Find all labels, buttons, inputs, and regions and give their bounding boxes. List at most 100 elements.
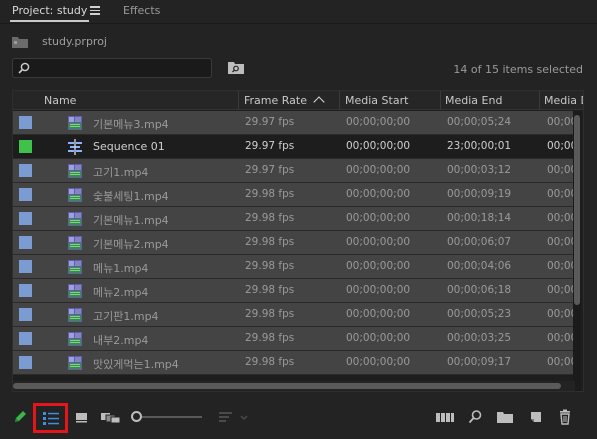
table-header: Name Frame Rate Media Start Media End Me… xyxy=(13,91,583,110)
frame-rate-cell: 29.98 fps xyxy=(245,356,295,368)
media-end-cell: 00;00;03;25 xyxy=(447,332,512,344)
media-start-cell: 00;00;00;00 xyxy=(346,332,411,344)
selection-status: 14 of 15 items selected xyxy=(453,63,583,76)
media-end-cell: 00;00;09;19 xyxy=(447,188,512,200)
new-item-icon[interactable] xyxy=(528,409,544,425)
table-row[interactable]: 기본메뉴2.mp4 29.98 fps 00;00;00;00 00;00;06;07… xyxy=(13,231,577,255)
zoom-slider[interactable] xyxy=(131,411,202,422)
table-row[interactable]: 고기판1.mp4 29.98 fps 00;00;00;00 00;00;05;23 0… xyxy=(13,303,577,327)
media-end-cell: 00;00;18;14 xyxy=(447,212,512,224)
vertical-scroll-thumb[interactable] xyxy=(574,115,580,305)
label-color-chip[interactable] xyxy=(19,212,32,225)
column-divider[interactable] xyxy=(238,91,239,110)
clear-icon[interactable] xyxy=(557,409,573,425)
search-icon xyxy=(18,62,30,74)
tab-effects[interactable]: Effects xyxy=(123,4,160,17)
table-row[interactable]: 메뉴2.mp4 29.98 fps 00;00;00;00 00;00;06;18 00… xyxy=(13,279,577,303)
table-row[interactable]: 메뉴1.mp4 29.98 fps 00;00;00;00 00;00;04;06 00… xyxy=(13,255,577,279)
label-color-chip[interactable] xyxy=(19,284,32,297)
media-end-cell: 00;00;06;07 xyxy=(447,236,512,248)
video-clip-icon xyxy=(67,187,83,203)
media-end-cell: 23;00;00;01 xyxy=(447,140,512,152)
table-row[interactable]: 기본메뉴3.mp4 29.97 fps 00;00;00;00 00;00;05;24… xyxy=(13,111,577,135)
tab-project[interactable]: Project: study xyxy=(10,4,90,22)
table-row[interactable]: 고기1.mp4 29.97 fps 00;00;00;00 00;00;03;12 00… xyxy=(13,159,577,183)
media-end-cell: 00;00;05;24 xyxy=(447,116,512,128)
label-color-chip[interactable] xyxy=(19,356,32,369)
item-name-cell: 내부2.mp4 xyxy=(93,334,149,347)
panel-tab-bar: Project: study Effects xyxy=(0,0,597,24)
label-color-chip[interactable] xyxy=(19,308,32,321)
frame-rate-cell: 29.97 fps xyxy=(245,164,295,176)
column-header-frame-rate[interactable]: Frame Rate xyxy=(244,94,325,108)
item-name-cell: 고기판1.mp4 xyxy=(93,310,159,323)
search-input[interactable] xyxy=(35,61,205,75)
column-header-media-end[interactable]: Media End xyxy=(445,94,502,107)
item-name-cell: 고기1.mp4 xyxy=(93,166,149,179)
media-start-cell: 00;00;00;00 xyxy=(346,308,411,320)
frame-rate-cell: 29.98 fps xyxy=(245,188,295,200)
video-clip-icon xyxy=(67,355,83,371)
media-end-cell: 00;00;04;06 xyxy=(447,260,512,272)
horizontal-scroll-thumb[interactable] xyxy=(13,383,561,389)
create-search-bin-icon[interactable] xyxy=(228,61,244,75)
item-name-cell: 숯불세팅1.mp4 xyxy=(93,190,169,203)
column-divider[interactable] xyxy=(339,91,340,110)
vertical-scrollbar[interactable] xyxy=(573,111,581,391)
media-end-cell: 00;00;03;12 xyxy=(447,164,512,176)
sort-icons-icon[interactable] xyxy=(218,409,250,425)
zoom-slider-knob[interactable] xyxy=(131,411,142,422)
video-clip-icon xyxy=(67,163,83,179)
label-color-chip[interactable] xyxy=(19,260,32,273)
item-name-cell: 기본메뉴2.mp4 xyxy=(93,238,169,251)
label-color-chip[interactable] xyxy=(19,140,32,153)
video-clip-icon xyxy=(67,235,83,251)
tab-effects-label: Effects xyxy=(123,4,161,17)
panel-menu-icon[interactable] xyxy=(90,6,100,15)
table-rows: 기본메뉴3.mp4 29.97 fps 00;00;00;00 00;00;05;24… xyxy=(13,111,577,375)
label-color-chip[interactable] xyxy=(19,188,32,201)
table-row[interactable]: 맛있게먹는1.mp4 29.98 fps 00;00;00;00 00;00;09;1… xyxy=(13,351,577,375)
sort-ascending-icon xyxy=(313,96,325,108)
item-name-cell: 기본메뉴1.mp4 xyxy=(93,214,169,227)
column-header-media-duration[interactable]: Media D xyxy=(544,94,583,107)
media-end-cell: 00;00;06;18 xyxy=(447,284,512,296)
item-name-cell: 메뉴2.mp4 xyxy=(93,286,149,299)
column-header-media-start[interactable]: Media Start xyxy=(345,94,408,107)
label-color-chip[interactable] xyxy=(19,332,32,345)
column-header-name[interactable]: Name xyxy=(44,94,76,107)
frame-rate-cell: 29.97 fps xyxy=(245,140,295,152)
label-color-chip[interactable] xyxy=(19,116,32,129)
horizontal-scrollbar[interactable] xyxy=(13,381,575,391)
table-row[interactable]: 숯불세팅1.mp4 29.98 fps 00;00;00;00 00;00;09;19… xyxy=(13,183,577,207)
media-start-cell: 00;00;00;00 xyxy=(346,356,411,368)
freeform-view-icon[interactable] xyxy=(101,409,121,425)
list-view-button[interactable] xyxy=(33,403,68,433)
table-row[interactable]: Sequence 01 29.97 fps 00;00;00;00 23;00;00;… xyxy=(13,135,577,159)
media-end-cell: 00;00;09;17 xyxy=(447,356,512,368)
project-toolbar xyxy=(0,398,597,439)
item-name-cell: 메뉴1.mp4 xyxy=(93,262,149,275)
new-bin-icon[interactable] xyxy=(496,409,514,425)
table-row[interactable]: 기본메뉴1.mp4 29.98 fps 00;00;00;00 00;00;18;14… xyxy=(13,207,577,231)
icon-view-icon[interactable] xyxy=(74,409,90,425)
active-tab-underline xyxy=(10,20,90,22)
media-start-cell: 00;00;00;00 xyxy=(346,164,411,176)
find-icon[interactable] xyxy=(467,409,483,425)
pencil-icon[interactable] xyxy=(12,409,28,425)
automate-to-sequence-icon[interactable] xyxy=(436,409,454,425)
table-row[interactable]: 내부2.mp4 29.98 fps 00;00;00;00 00;00;03;25 00… xyxy=(13,327,577,351)
item-name-cell: 기본메뉴3.mp4 xyxy=(93,118,169,131)
search-field[interactable] xyxy=(12,58,212,78)
list-view-icon xyxy=(43,412,59,425)
column-divider[interactable] xyxy=(539,91,540,110)
label-color-chip[interactable] xyxy=(19,164,32,177)
label-color-chip[interactable] xyxy=(19,236,32,249)
column-divider[interactable] xyxy=(440,91,441,110)
video-clip-icon xyxy=(67,307,83,323)
sequence-icon xyxy=(67,139,83,155)
media-start-cell: 00;00;00;00 xyxy=(346,188,411,200)
media-start-cell: 00;00;00;00 xyxy=(346,140,411,152)
item-name-cell: 맛있게먹는1.mp4 xyxy=(93,358,179,371)
project-items-table[interactable]: Name Frame Rate Media Start Media End Me… xyxy=(12,90,584,392)
